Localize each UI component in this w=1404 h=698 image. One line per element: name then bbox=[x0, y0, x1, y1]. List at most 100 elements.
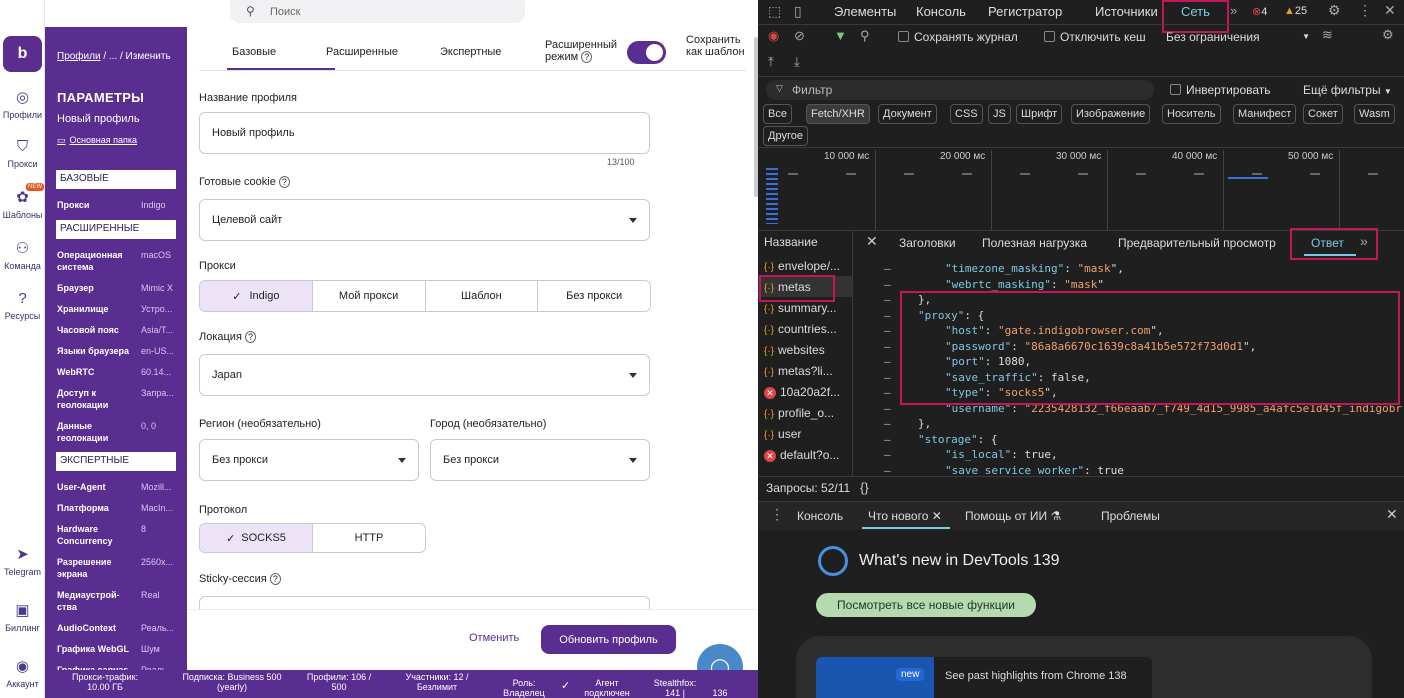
settings-gear-icon[interactable]: ⚙ bbox=[1382, 27, 1394, 43]
disable-cache-checkbox[interactable]: Отключить кеш bbox=[1044, 30, 1146, 44]
filter-chip-css[interactable]: CSS bbox=[950, 104, 983, 124]
param-key: Медиаустрой-ства bbox=[57, 590, 120, 612]
advanced-mode-toggle[interactable] bbox=[627, 41, 666, 64]
city-select[interactable]: Без прокси bbox=[430, 439, 650, 481]
preserve-log-checkbox[interactable]: Сохранять журнал bbox=[898, 30, 1018, 44]
search-icon[interactable]: ⚲ bbox=[860, 28, 870, 44]
proxy-option-indigo[interactable]: ✓ Indigo bbox=[200, 281, 313, 311]
record-icon[interactable]: ◉ bbox=[768, 28, 779, 44]
close-icon[interactable]: ✕ bbox=[866, 233, 878, 250]
wifi-icon[interactable]: ≋ bbox=[1322, 27, 1333, 43]
invert-checkbox[interactable]: Инвертировать bbox=[1170, 83, 1271, 97]
drawer-tab-console[interactable]: Консоль bbox=[797, 509, 843, 523]
breadcrumb-profiles-link[interactable]: Профили bbox=[57, 51, 101, 62]
see-all-features-button[interactable]: Посмотреть все новые функции bbox=[816, 593, 1036, 617]
inspect-icon[interactable]: ⬚ bbox=[768, 3, 781, 20]
column-name-header[interactable]: Название bbox=[764, 235, 818, 249]
region-select[interactable]: Без прокси bbox=[199, 439, 419, 481]
location-select[interactable]: Japan bbox=[199, 354, 650, 396]
highlights-text[interactable]: See past highlights from Chrome 138 bbox=[945, 670, 1127, 682]
profile-name-input[interactable]: Новый профиль bbox=[199, 112, 650, 154]
filter-chip-fetch[interactable]: Fetch/XHR bbox=[806, 104, 870, 124]
rail-telegram[interactable]: ➤ Telegram bbox=[0, 545, 45, 577]
protocol-socks5[interactable]: ✓ SOCKS5 bbox=[200, 524, 313, 552]
error-count[interactable]: ⊗4 bbox=[1252, 5, 1267, 18]
section-expert[interactable]: ЭКСПЕРТНЫЕ bbox=[56, 452, 176, 471]
tab-expert[interactable]: Экспертные bbox=[440, 46, 501, 58]
close-icon[interactable]: ✕ bbox=[932, 509, 942, 523]
rail-account[interactable]: ◉ Аккаунт bbox=[0, 657, 45, 689]
devtools-tab-elements[interactable]: Элементы bbox=[834, 4, 896, 19]
filter-chip-media[interactable]: Носитель bbox=[1162, 104, 1221, 124]
warning-count[interactable]: ▲25 bbox=[1284, 5, 1307, 17]
tab-advanced[interactable]: Расширенные bbox=[326, 46, 398, 58]
rail-profiles[interactable]: ◎ Профили bbox=[0, 88, 45, 120]
drawer-tab-ai[interactable]: Помощь от ИИ ⚗ bbox=[965, 509, 1061, 523]
code-line: "timezone_masking": "mask", bbox=[945, 262, 1124, 275]
panel-profile-name: Новый профиль bbox=[57, 113, 140, 125]
drawer-tab-whats-new[interactable]: Что нового ✕ bbox=[868, 509, 942, 523]
param-key: Разрешение экрана bbox=[57, 557, 112, 579]
filter-chip-wasm[interactable]: Wasm bbox=[1354, 104, 1395, 124]
proxy-option-template[interactable]: Шаблон bbox=[426, 281, 539, 311]
filter-chip-socket[interactable]: Сокет bbox=[1303, 104, 1343, 124]
update-profile-button[interactable]: Обновить профиль bbox=[541, 625, 676, 654]
param-key: Часовой пояс bbox=[57, 325, 119, 335]
save-as-template[interactable]: Сохранить как шаблон bbox=[686, 34, 746, 58]
drawer-tab-issues[interactable]: Проблемы bbox=[1101, 509, 1160, 523]
filter-input[interactable]: ▽ Фильтр bbox=[766, 80, 1154, 100]
requests-count: Запросы: 52/11 bbox=[766, 481, 851, 495]
rail-resources[interactable]: ? Ресурсы bbox=[0, 290, 45, 321]
close-icon[interactable]: ✕ bbox=[1386, 506, 1398, 523]
devtools-tab-recorder[interactable]: Регистратор bbox=[988, 4, 1062, 19]
app-logo[interactable]: b bbox=[3, 36, 42, 72]
proxy-option-my[interactable]: Мой прокси bbox=[313, 281, 426, 311]
filter-chip-font[interactable]: Шрифт bbox=[1016, 104, 1063, 124]
param-value: Asia/T... bbox=[141, 325, 174, 335]
device-icon[interactable]: ▯ bbox=[794, 3, 802, 20]
timeline-tick: 50 000 мс bbox=[1288, 151, 1334, 162]
panel-title: ПАРАМЕТРЫ bbox=[57, 90, 145, 105]
folder-link[interactable]: ▭ Основная папка bbox=[57, 135, 137, 146]
detail-tab-preview[interactable]: Предварительный просмотр bbox=[1118, 236, 1276, 250]
kebab-menu-icon[interactable]: ⋮ bbox=[1358, 2, 1372, 19]
search-input[interactable]: ⚲ Поиск bbox=[230, 0, 525, 23]
devtools-tab-sources[interactable]: Источники bbox=[1095, 4, 1158, 19]
section-advanced[interactable]: РАСШИРЕННЫЕ bbox=[56, 220, 176, 239]
devtools-tab-console[interactable]: Консоль bbox=[916, 4, 966, 19]
rail-templates[interactable]: NEW ✿ Шаблоны bbox=[0, 183, 45, 220]
settings-gear-icon[interactable]: ⚙ bbox=[1328, 2, 1341, 19]
protocol-http[interactable]: HTTP bbox=[313, 524, 425, 552]
rail-team[interactable]: ⚇ Команда bbox=[0, 239, 45, 271]
chevron-down-icon bbox=[629, 218, 637, 223]
profile-name-label: Название профиля bbox=[199, 92, 297, 104]
download-icon[interactable]: ⤓ bbox=[794, 54, 800, 70]
section-basic[interactable]: БАЗОВЫЕ bbox=[56, 170, 176, 189]
rail-proxy[interactable]: ⛉ Прокси bbox=[0, 138, 45, 169]
kebab-menu-icon[interactable]: ⋮ bbox=[770, 506, 784, 523]
more-filters-dropdown[interactable]: Ещё фильтры ▼ bbox=[1303, 83, 1392, 97]
cancel-button[interactable]: Отменить bbox=[469, 632, 519, 644]
detail-tab-payload[interactable]: Полезная нагрузка bbox=[982, 236, 1087, 250]
pretty-print-button[interactable]: {} bbox=[860, 480, 869, 495]
throttle-select[interactable]: Без ограничения ▼ bbox=[1166, 30, 1310, 44]
close-icon[interactable]: ✕ bbox=[1384, 2, 1396, 19]
more-tabs-icon[interactable]: » bbox=[1230, 3, 1237, 18]
filter-chip-all[interactable]: Все bbox=[763, 104, 792, 124]
filter-chip-js[interactable]: JS bbox=[988, 104, 1011, 124]
detail-tab-headers[interactable]: Заголовки bbox=[899, 236, 956, 250]
cookies-select[interactable]: Целевой сайт bbox=[199, 199, 650, 241]
upload-icon[interactable]: ⤒ bbox=[768, 54, 774, 70]
telegram-icon: ➤ bbox=[16, 546, 29, 563]
proxy-option-none[interactable]: Без прокси bbox=[538, 281, 650, 311]
rail-billing[interactable]: ▣ Биллинг bbox=[0, 601, 45, 633]
status-role: Роль: Владелец bbox=[503, 678, 545, 698]
filter-chip-manifest[interactable]: Манифест bbox=[1233, 104, 1297, 124]
filter-icon[interactable]: ▼ bbox=[834, 28, 847, 43]
filter-chip-img[interactable]: Изображение bbox=[1071, 104, 1151, 124]
clear-icon[interactable]: ⊘ bbox=[794, 28, 805, 44]
sticky-session-input[interactable] bbox=[199, 596, 650, 609]
filter-chip-other[interactable]: Другое bbox=[763, 126, 808, 146]
tab-basic[interactable]: Базовые bbox=[232, 46, 276, 58]
filter-chip-doc[interactable]: Документ bbox=[878, 104, 937, 124]
